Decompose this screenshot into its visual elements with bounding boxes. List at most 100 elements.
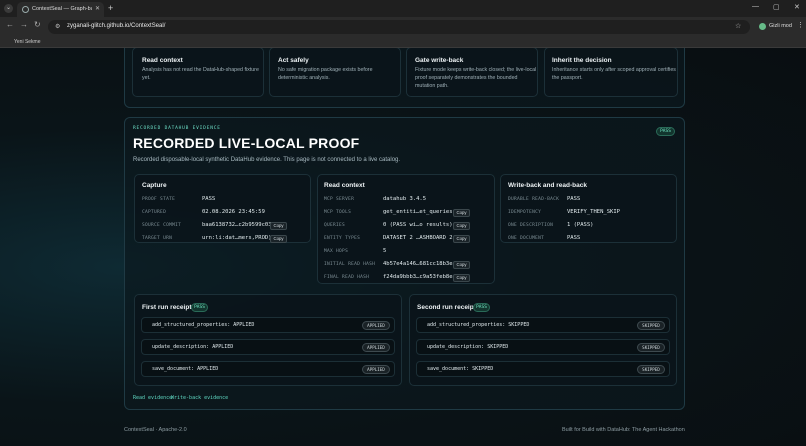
kv-value: 0 (PASS wi…o results)	[383, 222, 453, 228]
gate-title: Read context	[142, 57, 183, 64]
writeback-evidence-link[interactable]: Write-back evidence	[171, 395, 228, 401]
receipt-status: SKIPPED	[637, 321, 665, 330]
capture-title: Capture	[142, 182, 167, 189]
capture-card: Capture PROOF STATE PASS CAPTURED 02.08.…	[134, 174, 311, 243]
globe-icon	[22, 6, 29, 13]
kv-value: 4b57e4a146…681cc18b3e	[383, 261, 453, 267]
browser-tab-strip: ⌄ ContextSeal — Graph-backed ✕ + — ▢ ✕	[0, 0, 806, 17]
kv-label: ONE DESCRIPTION	[508, 223, 554, 228]
copy-button[interactable]: Copy	[453, 235, 470, 243]
footer-right: Built for Build with DataHub: The Agent …	[562, 427, 685, 433]
menu-icon[interactable]: ⋮	[797, 21, 804, 29]
kv-label: FINAL READ HASH	[324, 275, 370, 280]
bookmark-item[interactable]: Yeni Sekme	[14, 39, 41, 45]
kv-value: PASS	[567, 196, 581, 202]
kv-label: ENTITY TYPES	[324, 236, 361, 241]
receipt-status: APPLIED	[362, 365, 390, 374]
forward-icon[interactable]: →	[20, 20, 28, 29]
receipt-text: update_description: APPLIED	[152, 344, 234, 350]
receipt-text: add_structured_properties: APPLIED	[152, 322, 255, 328]
copy-button[interactable]: Copy	[270, 235, 287, 243]
kv-value: datahub 3.4.5	[383, 196, 427, 202]
back-icon[interactable]: ←	[6, 20, 14, 29]
kv-value: DATASET 2 …ASHBOARD 2	[383, 235, 453, 241]
kv-label: DURABLE READ-BACK	[508, 197, 560, 202]
receipt-status: APPLIED	[362, 343, 390, 352]
receipt-text: save_document: APPLIED	[152, 366, 219, 372]
kv-value: f24da9bbb3…c9a53feb8e	[383, 274, 453, 280]
copy-button[interactable]: Copy	[453, 209, 470, 217]
incognito-profile-button[interactable]: Gizli mod	[756, 20, 792, 34]
receipt-status: SKIPPED	[637, 343, 665, 352]
proof-kicker: RECORDED DATAHUB EVIDENCE	[133, 126, 221, 131]
omnibox[interactable]: ⚙ zyganali-glitch.github.io/ContextSeal/…	[48, 20, 750, 34]
kv-value: VERIFY_THEN_SKIP	[567, 209, 620, 215]
reload-icon[interactable]: ↻	[34, 20, 41, 29]
copy-button[interactable]: Copy	[453, 274, 470, 282]
copy-button[interactable]: Copy	[453, 261, 470, 269]
kv-value: 5	[383, 248, 387, 254]
close-icon[interactable]: ✕	[95, 5, 100, 12]
gate-desc: Analysis has not read the DataHub-shaped…	[142, 67, 259, 81]
receipt-row: update_description: SKIPPED SKIPPED	[416, 339, 670, 355]
receipt-row: save_document: SKIPPED SKIPPED	[416, 361, 670, 377]
read-context-card: Read context MCP SERVER datahub 3.4.5 MC…	[317, 174, 495, 284]
url-text: zyganali-glitch.github.io/ContextSeal/	[67, 23, 166, 29]
new-tab-icon[interactable]: +	[108, 3, 113, 13]
kv-value: get_entiti…et_queries	[383, 209, 453, 215]
receipt-text: add_structured_properties: SKIPPED	[427, 322, 530, 328]
maximize-icon[interactable]: ▢	[773, 3, 780, 11]
read-context-title: Read context	[324, 182, 365, 189]
writeback-card: Write-back and read-back DURABLE READ-BA…	[500, 174, 677, 243]
proof-status-badge: PASS	[656, 127, 675, 136]
minimize-icon[interactable]: —	[752, 3, 759, 10]
kv-value: baa6138732…c2b9599c03	[202, 222, 272, 228]
kv-label: MCP SERVER	[324, 197, 355, 202]
site-info-icon[interactable]: ⚙	[55, 23, 60, 30]
window-close-icon[interactable]: ✕	[794, 3, 800, 11]
tab-search-icon[interactable]: ⌄	[4, 4, 13, 13]
kv-value: PASS	[202, 196, 216, 202]
kv-label: QUERIES	[324, 223, 346, 228]
first-run-card: First run receipts PASS add_structured_p…	[134, 294, 402, 386]
tab-title: ContextSeal — Graph-backed	[32, 6, 92, 12]
kv-value: PASS	[567, 235, 581, 241]
bookmarks-bar: Yeni Sekme	[0, 37, 806, 48]
kv-label: ONE DOCUMENT	[508, 236, 545, 241]
browser-tab[interactable]: ContextSeal — Graph-backed ✕	[17, 2, 104, 17]
copy-button[interactable]: Copy	[270, 222, 287, 230]
first-run-title: First run receipts	[142, 304, 196, 311]
incognito-icon	[759, 23, 766, 30]
proof-title: RECORDED LIVE-LOCAL PROOF	[133, 135, 360, 151]
gate-card-write-back: Gate write-back Fixture mode keeps write…	[406, 48, 538, 97]
kv-label: MAX HOPS	[324, 249, 349, 254]
gate-desc: Fixture mode keeps write-back closed; th…	[415, 67, 537, 89]
address-bar-row: ← → ↻ ⚙ zyganali-glitch.github.io/Contex…	[0, 17, 806, 37]
kv-label: MCP TOOLS	[324, 210, 352, 215]
kv-label: INITIAL READ HASH	[324, 262, 376, 267]
receipt-text: save_document: SKIPPED	[427, 366, 494, 372]
bookmark-star-icon[interactable]: ☆	[735, 22, 741, 30]
gate-desc: No safe migration package exists before …	[278, 67, 373, 81]
gate-card-act-safely: Act safely No safe migration package exi…	[269, 48, 401, 97]
second-run-badge: PASS	[473, 303, 490, 312]
proof-panel: RECORDED DATAHUB EVIDENCE PASS RECORDED …	[124, 117, 685, 410]
kv-value: 1 (PASS)	[567, 222, 594, 228]
gate-title: Inherit the decision	[552, 57, 612, 64]
gate-title: Gate write-back	[415, 57, 464, 64]
kv-value: 02.08.2026 23:45:59	[202, 209, 265, 215]
second-run-card: Second run receipts PASS add_structured_…	[409, 294, 677, 386]
kv-label: IDEMPOTENCY	[508, 210, 542, 215]
kv-label: PROOF STATE	[142, 197, 176, 202]
first-run-badge: PASS	[191, 303, 208, 312]
read-evidence-link[interactable]: Read evidence	[133, 395, 172, 401]
receipt-row: add_structured_properties: APPLIED APPLI…	[141, 317, 395, 333]
gates-panel: Read context Analysis has not read the D…	[124, 48, 685, 108]
profile-label: Gizli mod	[769, 23, 792, 29]
copy-button[interactable]: Copy	[453, 222, 470, 230]
kv-label: CAPTURED	[142, 210, 167, 215]
kv-label: SOURCE COMMIT	[142, 223, 182, 228]
gate-card-inherit: Inherit the decision Inheritance starts …	[544, 48, 678, 97]
receipt-status: SKIPPED	[637, 365, 665, 374]
receipt-row: update_description: APPLIED APPLIED	[141, 339, 395, 355]
